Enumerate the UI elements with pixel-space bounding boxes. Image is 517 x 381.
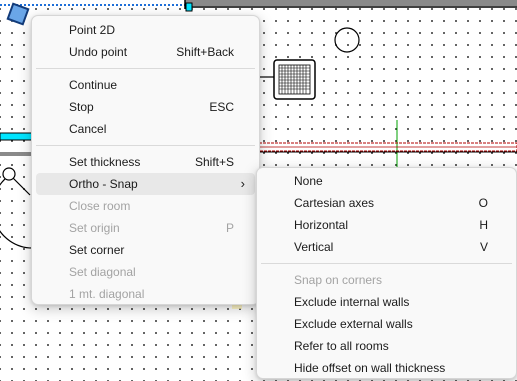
menu-item-shortcut: P	[225, 221, 234, 235]
menu-item-label: Point 2D	[69, 23, 116, 37]
menu-item-label: Cancel	[69, 122, 107, 136]
menu-item-label: Stop	[69, 100, 94, 114]
menu-item-shortcut: O	[478, 196, 488, 210]
menu-item-1mt-diagonal: 1 mt. diagonal	[36, 283, 255, 305]
selected-vertex	[6, 2, 30, 26]
menu-separator	[36, 68, 255, 69]
submenu-item-none[interactable]: None	[261, 170, 512, 192]
menu-item-label: 1 mt. diagonal	[69, 287, 145, 301]
menu-item-label: Snap on corners	[294, 273, 383, 287]
menu-item-label: Continue	[69, 78, 118, 92]
menu-item-label: Set diagonal	[69, 265, 136, 279]
circle-symbol	[334, 27, 360, 53]
menu-item-shortcut: ESC	[209, 100, 234, 114]
submenu-item-exclude-internal-walls[interactable]: Exclude internal walls	[261, 291, 512, 313]
chevron-right-icon: ›	[240, 176, 245, 191]
wall-top	[185, 0, 517, 6]
menu-item-label: Exclude internal walls	[294, 295, 410, 309]
menu-item-label: Ortho - Snap	[69, 177, 138, 191]
menu-item-shortcut: V	[479, 240, 488, 254]
menu-item-ortho-snap[interactable]: Ortho - Snap ›	[36, 173, 255, 195]
menu-item-close-room: Close room	[36, 195, 255, 217]
menu-item-set-origin: Set origin P	[36, 217, 255, 239]
menu-item-label: Cartesian axes	[294, 196, 375, 210]
menu-item-label: Undo point	[69, 45, 128, 59]
menu-item-stop[interactable]: Stop ESC	[36, 96, 255, 118]
menu-item-shortcut: Shift+S	[194, 155, 234, 169]
menu-item-point-2d[interactable]: Point 2D	[36, 19, 255, 41]
submenu-item-snap-on-corners: Snap on corners	[261, 269, 512, 291]
menu-item-set-corner[interactable]: Set corner	[36, 239, 255, 261]
context-menu: Point 2D Undo point Shift+Back Continue …	[31, 15, 260, 305]
submenu-item-refer-to-all-rooms[interactable]: Refer to all rooms	[261, 335, 512, 357]
menu-item-continue[interactable]: Continue	[36, 74, 255, 96]
menu-item-label: Hide offset on wall thickness	[294, 361, 446, 375]
menu-item-set-diagonal: Set diagonal	[36, 261, 255, 283]
menu-item-label: Exclude external walls	[294, 317, 413, 331]
menu-item-label: Set origin	[69, 221, 120, 235]
menu-item-label: Close room	[69, 199, 131, 213]
menu-item-label: None	[294, 174, 323, 188]
door-arc	[0, 174, 35, 249]
menu-item-set-thickness[interactable]: Set thickness Shift+S	[36, 151, 255, 173]
ortho-snap-submenu: None Cartesian axes O Horizontal H Verti…	[256, 167, 517, 379]
submenu-item-exclude-external-walls[interactable]: Exclude external walls	[261, 313, 512, 335]
wall-left	[0, 132, 35, 141]
menu-item-label: Refer to all rooms	[294, 339, 389, 353]
submenu-item-vertical[interactable]: Vertical V	[261, 236, 512, 258]
submenu-item-horizontal[interactable]: Horizontal H	[261, 214, 512, 236]
menu-item-label: Set thickness	[69, 155, 141, 169]
menu-item-label: Horizontal	[294, 218, 349, 232]
menu-separator	[36, 145, 255, 146]
submenu-item-cartesian-axes[interactable]: Cartesian axes O	[261, 192, 512, 214]
menu-item-shortcut: H	[479, 218, 488, 232]
grid-fixture	[273, 59, 316, 100]
menu-item-undo-point[interactable]: Undo point Shift+Back	[36, 41, 255, 63]
menu-item-shortcut: Shift+Back	[176, 45, 234, 59]
menu-item-cancel[interactable]: Cancel	[36, 118, 255, 140]
menu-item-label: Vertical	[294, 240, 334, 254]
menu-item-label: Set corner	[69, 243, 125, 257]
menu-separator	[261, 263, 512, 264]
submenu-item-hide-offset[interactable]: Hide offset on wall thickness	[261, 357, 512, 379]
